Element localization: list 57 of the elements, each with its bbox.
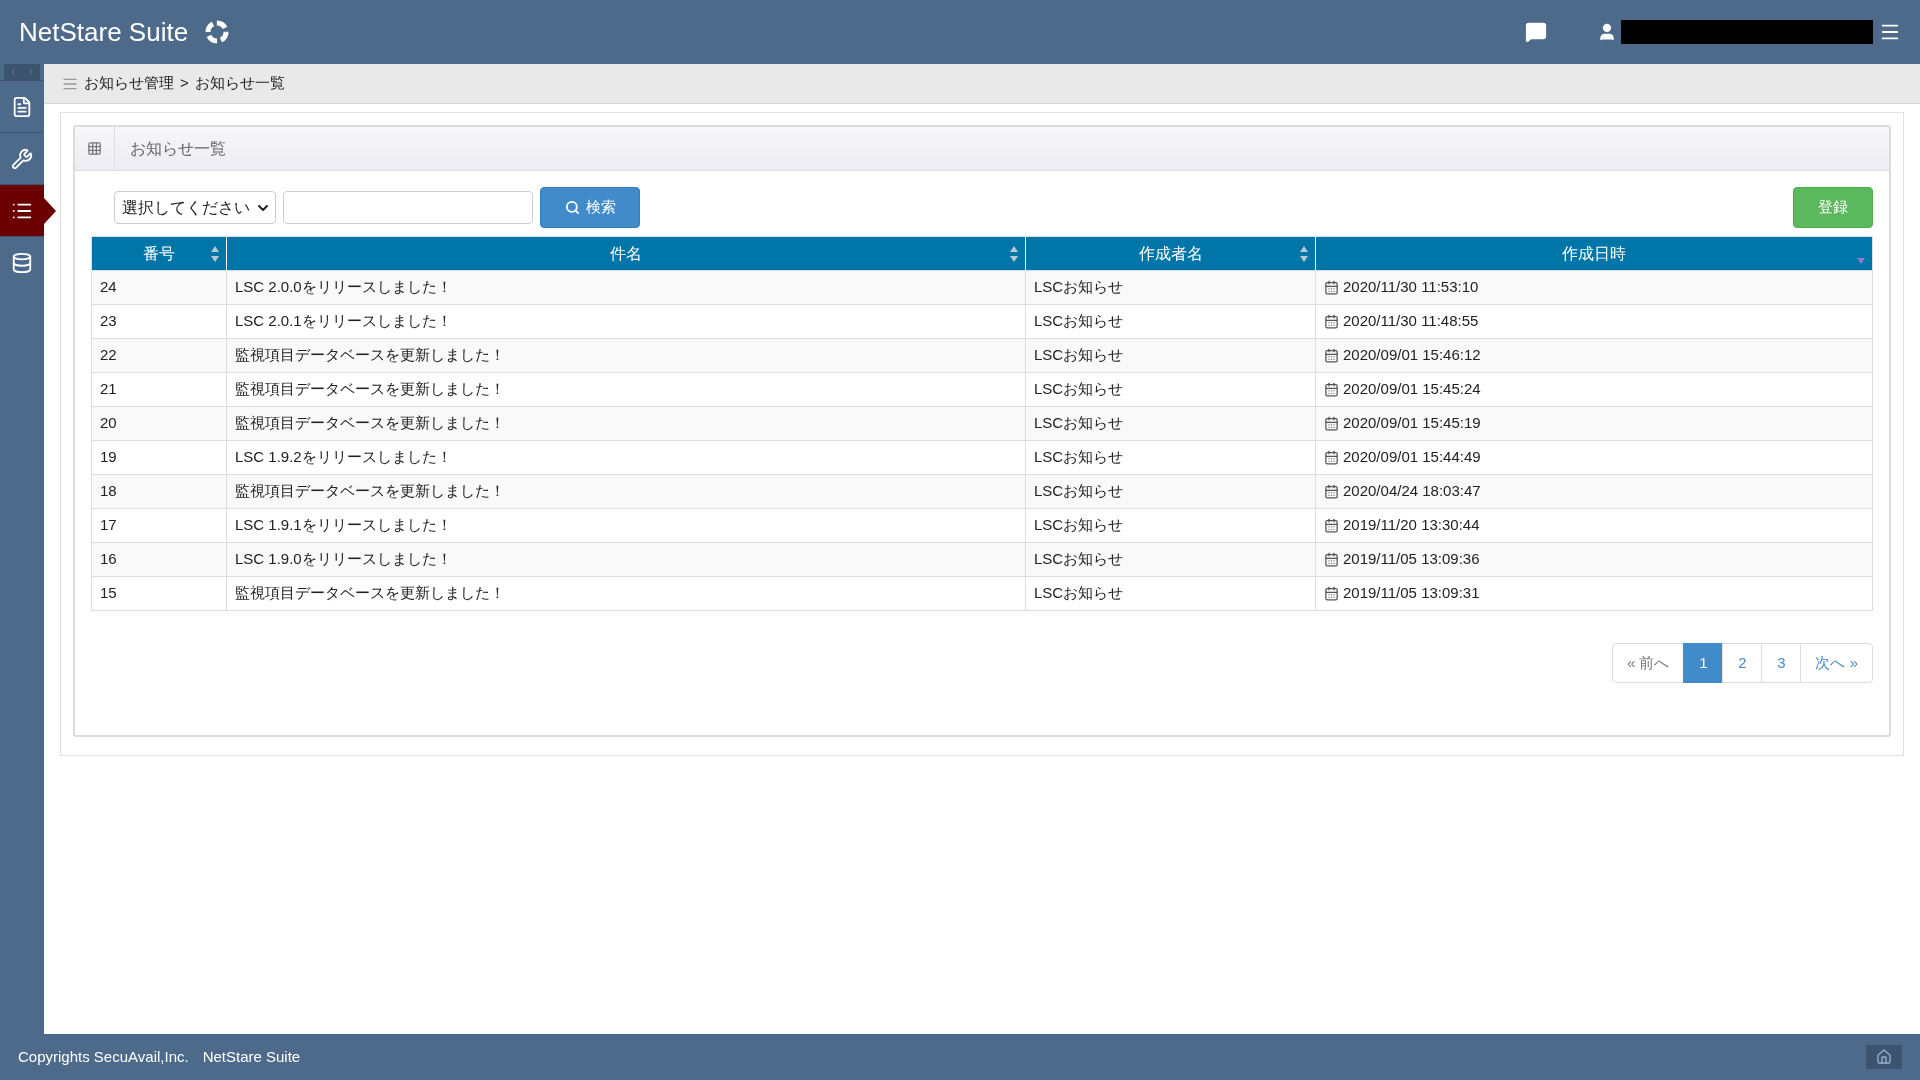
table-cell: 15 — [92, 577, 227, 610]
next-page-link[interactable]: 次へ » — [1800, 643, 1873, 683]
search-icon — [564, 200, 580, 215]
table-cell-text: 2019/11/05 13:09:31 — [1343, 583, 1480, 604]
page-link[interactable]: 3 — [1761, 643, 1802, 683]
calendar-icon — [1324, 450, 1339, 465]
calendar-icon — [1324, 552, 1339, 567]
register-button[interactable]: 登録 — [1793, 187, 1873, 228]
table-cell: LSCお知らせ — [1026, 577, 1316, 610]
calendar-icon — [1324, 280, 1339, 295]
ring-logo-icon — [204, 19, 231, 45]
chevron-left-icon — [8, 67, 18, 77]
breadcrumb-current: お知らせ一覧 — [194, 73, 285, 94]
category-select[interactable]: 選択してください — [114, 191, 276, 224]
page-link[interactable]: 1 — [1683, 643, 1724, 683]
previous-page-link[interactable]: « 前へ — [1611, 643, 1685, 683]
table-cell-text: 2020/11/30 11:53:10 — [1343, 277, 1479, 298]
sort-icon[interactable] — [1299, 245, 1309, 263]
grid-icon — [87, 141, 102, 156]
calendar-icon — [1324, 314, 1339, 329]
table-cell-text: 2020/09/01 15:44:49 — [1343, 447, 1481, 468]
table-cell-text: 2020/11/30 11:48:55 — [1343, 311, 1479, 332]
calendar-icon — [1324, 348, 1339, 363]
calendar-icon — [1324, 416, 1339, 431]
sort-icon[interactable] — [1009, 245, 1019, 263]
calendar-icon — [1324, 518, 1339, 533]
chevron-right-icon — [26, 67, 36, 77]
page-link[interactable]: 2 — [1722, 643, 1763, 683]
calendar-icon — [1324, 484, 1339, 499]
panel-title: お知らせ一覧 — [130, 138, 226, 159]
breadcrumb-link[interactable]: お知らせ管理 — [84, 72, 174, 95]
table-cell-text: 2020/09/01 15:45:19 — [1343, 413, 1481, 434]
user-icon[interactable] — [1597, 21, 1617, 43]
collapse-toggle[interactable] — [4, 64, 40, 80]
table-cell-text: 2019/11/05 13:09:36 — [1343, 549, 1480, 570]
document-icon — [11, 95, 33, 118]
copyright-text: Copyrights SecuAvail,Inc. — [18, 1046, 189, 1067]
calendar-icon — [1324, 586, 1339, 601]
product-name: NetStare Suite — [202, 1046, 301, 1067]
chat-icon[interactable] — [1525, 21, 1547, 43]
table-cell-text: 2020/04/24 18:03:47 — [1343, 481, 1481, 502]
wrench-icon — [11, 147, 33, 170]
table-cell-text: 2020/09/01 15:45:24 — [1343, 379, 1481, 400]
home-button[interactable] — [1866, 1045, 1902, 1069]
column-header[interactable]: 作成日時 — [1316, 237, 1872, 270]
app-title: NetStare Suite — [19, 15, 189, 49]
selection-pointer — [44, 198, 56, 224]
table-cell-text: 2019/11/20 13:30:44 — [1343, 515, 1480, 536]
calendar-icon — [1324, 382, 1339, 397]
sort-icon[interactable] — [210, 245, 220, 263]
table-cell-text: 2020/09/01 15:46:12 — [1343, 345, 1481, 366]
search-field[interactable] — [283, 191, 533, 224]
table-cell: 監視項目データベースを更新しました！ — [227, 577, 1026, 610]
database-icon — [11, 251, 33, 274]
search-button[interactable]: 検索 — [540, 187, 640, 228]
home-icon — [1876, 1049, 1892, 1065]
breadcrumb-separator: > — [180, 73, 189, 94]
